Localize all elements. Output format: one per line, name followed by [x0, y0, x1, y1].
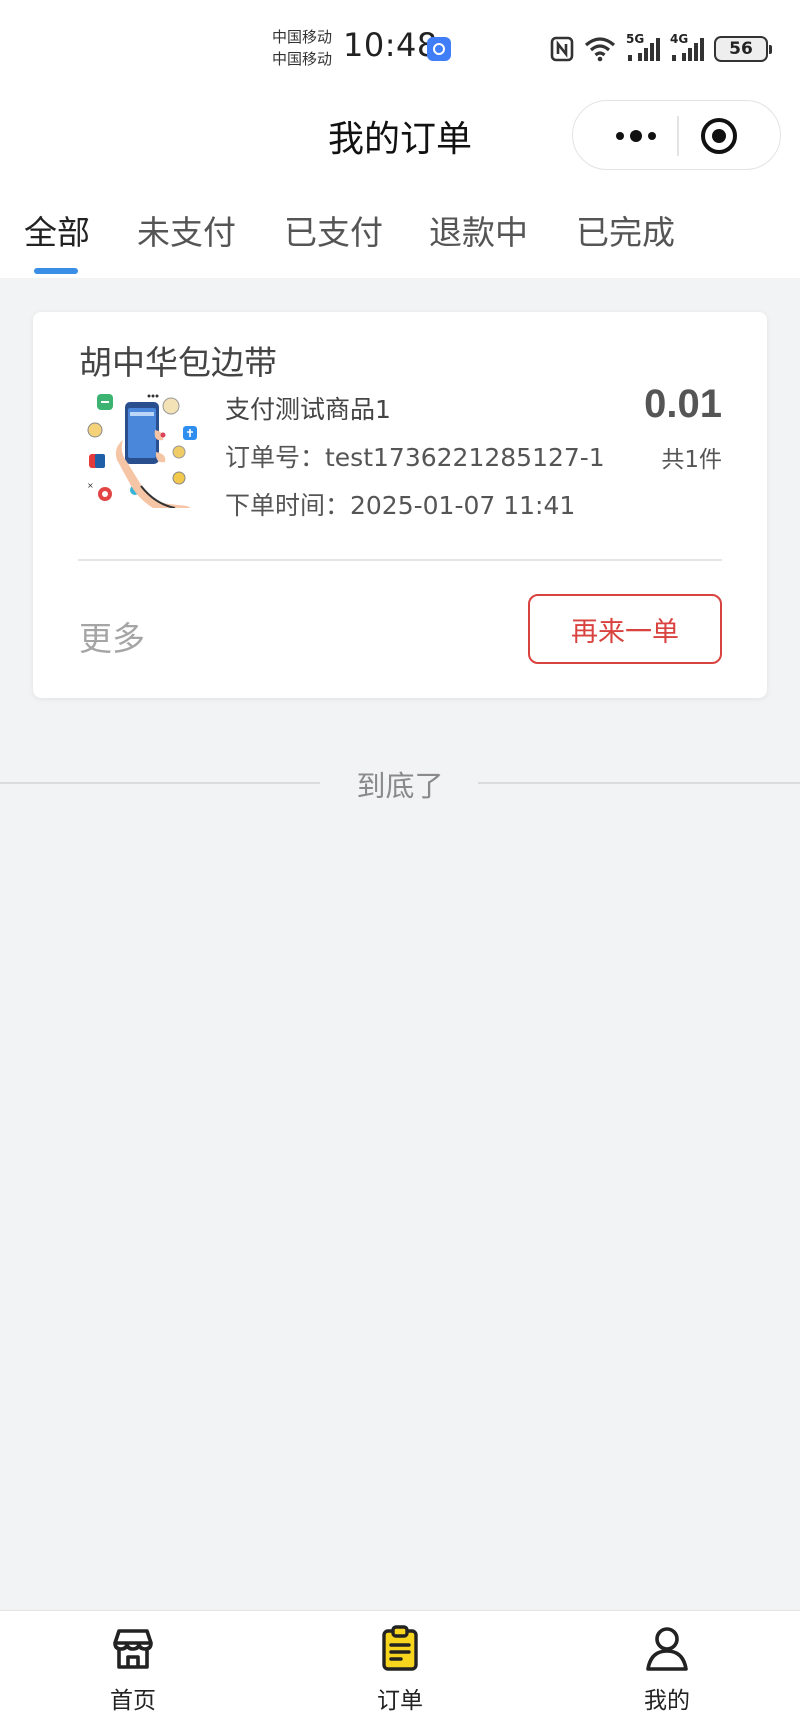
signal-5g: 5G — [626, 32, 660, 63]
carrier-names: 中国移动 中国移动 — [272, 26, 332, 70]
signal-4g: 4G — [670, 32, 704, 63]
tab-unpaid[interactable]: 未支付 — [137, 206, 236, 254]
product-image: × — [83, 390, 201, 508]
tab-completed[interactable]: 已完成 — [576, 206, 675, 254]
battery-icon: 56 — [714, 36, 772, 62]
carrier-2: 中国移动 — [272, 50, 333, 68]
tab-paid[interactable]: 已支付 — [284, 206, 383, 254]
nfc-icon — [550, 36, 574, 62]
status-time: 10:48 — [343, 26, 438, 64]
bottom-tab-bar: 首页 订单 我的 — [0, 1610, 800, 1722]
order-quantity: 共1件 — [661, 447, 722, 473]
mini-program-capsule — [572, 100, 781, 170]
svg-text:×: × — [87, 481, 94, 490]
signal-bars-icon — [628, 38, 660, 61]
app-notification-icon — [427, 37, 451, 61]
end-divider-right — [478, 782, 800, 784]
wifi-icon — [584, 37, 616, 62]
more-link[interactable]: 更多 — [79, 612, 145, 660]
tab-all[interactable]: 全部 — [24, 206, 90, 254]
tabbar-item-orders[interactable]: 订单 — [340, 1625, 460, 1717]
order-card[interactable]: 胡中华包边带 × 支付测试商品1 订单号：test1736221285127-1… — [33, 312, 767, 698]
end-of-list-text: 到底了 — [356, 769, 444, 803]
tabbar-label-orders: 订单 — [377, 1688, 423, 1714]
nav-bar: 我的订单 — [0, 92, 800, 180]
order-price: 0.01 — [644, 382, 722, 426]
status-bar: 中国移动 中国移动 10:48 5G 4G 56 — [0, 0, 800, 92]
battery-level: 56 — [729, 39, 753, 59]
system-icons: 5G 4G 56 — [550, 32, 772, 66]
shop-name: 胡中华包边带 — [79, 343, 277, 382]
capsule-divider — [677, 116, 679, 156]
active-tab-indicator — [34, 268, 78, 274]
reorder-button[interactable]: 再来一单 — [528, 594, 722, 664]
order-time: 下单时间：2025-01-07 11:41 — [225, 491, 576, 520]
order-number: 订单号：test1736221285127-1 — [225, 443, 605, 472]
order-status-tabs: 全部 未支付 已支付 退款中 已完成 — [0, 180, 800, 278]
card-divider — [78, 559, 722, 561]
more-options-icon[interactable] — [601, 118, 671, 154]
tab-refunding[interactable]: 退款中 — [429, 206, 528, 254]
clipboard-icon — [382, 1625, 418, 1671]
product-name: 支付测试商品1 — [225, 395, 391, 424]
signal-bars-icon — [672, 38, 704, 61]
tabbar-item-home[interactable]: 首页 — [73, 1625, 193, 1717]
tabbar-label-mine: 我的 — [644, 1688, 690, 1714]
store-icon — [113, 1629, 153, 1669]
tabbar-item-mine[interactable]: 我的 — [607, 1625, 727, 1717]
user-icon — [646, 1627, 688, 1671]
tabbar-label-home: 首页 — [110, 1688, 156, 1714]
close-mini-program-icon[interactable] — [697, 114, 741, 158]
carrier-1: 中国移动 — [272, 28, 333, 46]
